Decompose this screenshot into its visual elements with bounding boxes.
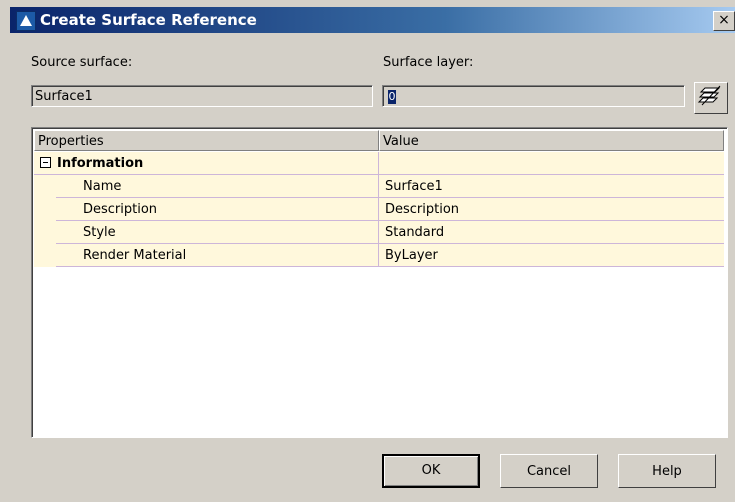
cancel-button[interactable]: Cancel (500, 454, 598, 488)
ok-button[interactable]: OK (382, 454, 480, 488)
row-indent (34, 175, 56, 198)
row-indent (34, 198, 56, 221)
group-label: Information (57, 156, 144, 171)
table-row[interactable]: Name Surface1 (34, 175, 724, 198)
properties-grid: Properties Value Information Name Surfac… (31, 127, 728, 438)
row-indent (34, 221, 56, 244)
column-header-properties[interactable]: Properties (34, 130, 379, 151)
source-surface-field: Surface1 (31, 85, 373, 107)
property-value[interactable]: ByLayer (379, 244, 724, 267)
help-button[interactable]: Help (618, 454, 716, 488)
property-value[interactable]: Surface1 (379, 175, 724, 198)
property-name: Style (56, 221, 379, 244)
close-button[interactable]: × (713, 11, 735, 31)
property-value[interactable]: Standard (379, 221, 724, 244)
group-row-information[interactable]: Information (34, 152, 724, 175)
property-name: Description (56, 198, 379, 221)
surface-layer-label: Surface layer: (383, 55, 474, 70)
surface-layer-value: 0 (388, 89, 396, 104)
app-icon (16, 11, 36, 31)
surface-layer-field[interactable]: 0 (382, 85, 685, 107)
group-value-cell (379, 152, 724, 175)
layers-icon (697, 85, 721, 106)
table-row[interactable]: Render Material ByLayer (34, 244, 724, 267)
source-surface-label: Source surface: (31, 55, 133, 70)
property-name: Render Material (56, 244, 379, 267)
window-title: Create Surface Reference (40, 11, 257, 29)
property-value[interactable]: Description (379, 198, 724, 221)
table-row[interactable]: Style Standard (34, 221, 724, 244)
group-name-cell: Information (34, 152, 379, 175)
property-name: Name (56, 175, 379, 198)
column-header-value[interactable]: Value (379, 130, 724, 151)
create-surface-reference-dialog: Create Surface Reference × Source surfac… (0, 0, 735, 502)
row-indent (34, 244, 56, 267)
collapse-icon[interactable] (40, 157, 51, 168)
title-bar[interactable]: Create Surface Reference × (10, 7, 735, 33)
table-row[interactable]: Description Description (34, 198, 724, 221)
layer-select-button[interactable] (694, 82, 728, 114)
